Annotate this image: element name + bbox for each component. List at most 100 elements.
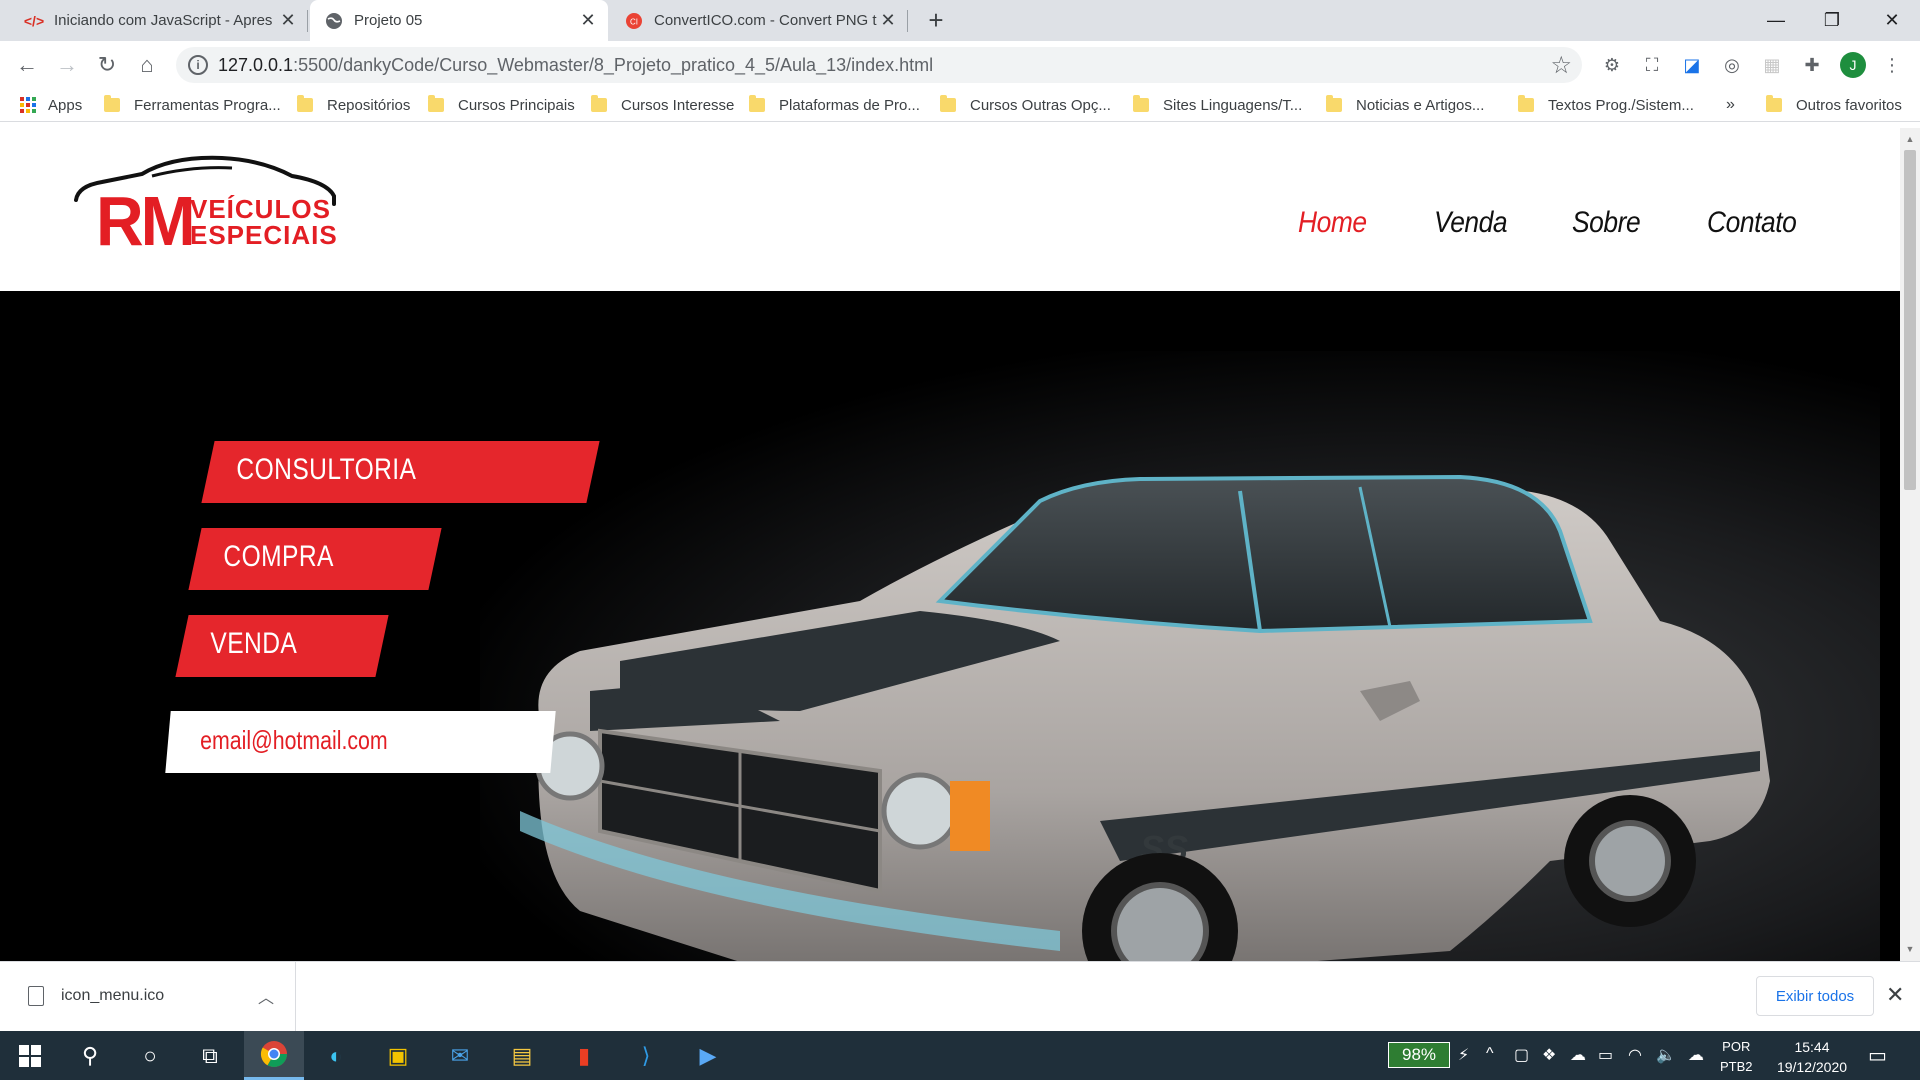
venda-button[interactable]: VENDA [175, 615, 389, 677]
url-host: 127.0.0.1 [218, 55, 294, 75]
bookmark-folder[interactable]: Noticias e Artigos... [1326, 94, 1484, 116]
site-logo[interactable]: RM VEÍCULOS ESPECIAIS [72, 152, 342, 262]
tab-strip: </> Iniciando com JavaScript - Apres ✕ P… [0, 0, 1920, 41]
folder-icon [749, 95, 765, 112]
device-icon[interactable]: ▢ [1514, 1045, 1529, 1065]
power-plug-icon[interactable]: ⚡ [1458, 1045, 1469, 1065]
extension-circle-icon[interactable]: ◎ [1720, 53, 1744, 77]
nav-sobre[interactable]: Sobre [1572, 206, 1641, 240]
onedrive-cloud-icon[interactable]: ☁ [1570, 1045, 1586, 1065]
clock-date: 19/12/2020 [1776, 1059, 1848, 1075]
nav-venda[interactable]: Venda [1434, 206, 1508, 240]
cloud-upload-icon[interactable]: ☁ [1688, 1045, 1704, 1065]
bookmark-label: Noticias e Artigos... [1356, 96, 1485, 114]
bookmark-folder[interactable]: Cursos Principais [428, 94, 575, 116]
tab-projeto-05[interactable]: Projeto 05 ✕ [310, 0, 608, 41]
new-tab-button[interactable]: + [922, 5, 950, 35]
venda-label: VENDA [210, 627, 298, 660]
bookmark-folder[interactable]: Ferramentas Progra... [104, 94, 281, 116]
file-explorer-icon[interactable]: ▤ [492, 1031, 552, 1080]
language-indicator[interactable]: POR PTB2 [1720, 1037, 1753, 1077]
notifications-icon[interactable]: ▭ [1868, 1043, 1887, 1068]
close-icon[interactable]: ✕ [578, 10, 598, 31]
more-bookmarks-button[interactable]: » [1726, 94, 1735, 116]
scroll-down-arrow-icon[interactable]: ▼ [1905, 944, 1915, 954]
apps-grid-icon [20, 97, 36, 113]
bookmark-star-icon[interactable]: ☆ [1550, 51, 1572, 80]
bookmark-folder[interactable]: Cursos Interesse [591, 94, 734, 116]
system-clock[interactable]: 15:44 19/12/2020 [1770, 1037, 1854, 1077]
edge-app-icon[interactable]: ◐ [306, 1031, 366, 1080]
minimize-button[interactable]: — [1748, 0, 1804, 41]
start-windows-icon[interactable] [0, 1031, 60, 1080]
chevron-up-icon[interactable]: ^ [1486, 1045, 1494, 1063]
bookmark-folder[interactable]: Textos Prog./Sistem... [1518, 94, 1694, 116]
extension-square-icon[interactable]: ▦ [1760, 53, 1784, 77]
download-file-name: icon_menu.ico [61, 987, 165, 1004]
menu-kebab-icon[interactable]: ⋮ [1880, 53, 1904, 77]
globe-icon [324, 11, 344, 31]
extensions-puzzle-icon[interactable]: ✚ [1800, 53, 1824, 77]
window-close-button[interactable]: ✕ [1864, 0, 1920, 41]
tab-converterico[interactable]: CI ConvertICO.com - Convert PNG t ✕ [610, 0, 908, 41]
wifi-icon[interactable]: ◠ [1628, 1045, 1642, 1065]
bookmark-apps[interactable]: Apps [20, 94, 82, 116]
extension-gear-icon[interactable]: ⚙ [1600, 53, 1624, 77]
battery-tray-icon[interactable]: ▭ [1598, 1045, 1613, 1065]
scroll-up-arrow-icon[interactable]: ▲ [1905, 134, 1915, 144]
volume-icon[interactable]: 🔈 [1656, 1045, 1676, 1065]
other-bookmarks-folder[interactable]: Outros favoritos [1766, 94, 1902, 116]
reload-button[interactable]: ↻ [92, 50, 122, 80]
bookmark-label: Cursos Principais [458, 96, 575, 114]
forward-button[interactable]: → [52, 50, 82, 80]
bookmark-folder[interactable]: Plataformas de Pro... [749, 94, 920, 116]
chrome-app-icon[interactable] [244, 1031, 304, 1080]
vscode-app-icon[interactable]: ⟩ [616, 1031, 676, 1080]
cortana-circle-icon[interactable]: ○ [120, 1031, 180, 1080]
page-scrollbar[interactable]: ▲ ▼ [1900, 128, 1920, 961]
restore-button[interactable]: ❐ [1804, 0, 1860, 41]
battery-indicator[interactable]: 98% [1388, 1042, 1450, 1068]
home-button[interactable]: ⌂ [132, 50, 162, 80]
mail-app-icon[interactable]: ✉ [430, 1031, 490, 1080]
search-icon[interactable]: ⚲ [60, 1031, 120, 1080]
close-icon[interactable]: ✕ [878, 10, 898, 31]
store-app-icon[interactable]: ▣ [368, 1031, 428, 1080]
bookmark-label: Plataformas de Pro... [779, 96, 920, 114]
nav-contato[interactable]: Contato [1707, 206, 1797, 240]
close-download-bar-icon[interactable]: ✕ [1886, 982, 1904, 1008]
code-icon: </> [23, 12, 45, 29]
chevron-up-icon[interactable]: ︿ [258, 984, 274, 1008]
scrollbar-thumb[interactable] [1904, 150, 1916, 490]
profile-avatar[interactable]: J [1840, 52, 1866, 78]
keyboard-layout: PTB2 [1720, 1059, 1753, 1074]
download-bar: icon_menu.ico ︿ Exibir todos ✕ [0, 961, 1920, 1032]
powershell-app-icon[interactable]: ▶ [678, 1031, 738, 1080]
office-app-icon[interactable]: ▮ [554, 1031, 614, 1080]
site-info-icon[interactable]: i [188, 55, 208, 75]
compra-button[interactable]: COMPRA [188, 528, 442, 590]
tab-javascript[interactable]: </> Iniciando com JavaScript - Apres ✕ [10, 0, 308, 41]
back-button[interactable]: ← [12, 50, 42, 80]
download-item[interactable]: icon_menu.ico ︿ [0, 962, 296, 1032]
consultoria-button[interactable]: CONSULTORIA [201, 441, 600, 503]
bookmark-folder[interactable]: Sites Linguagens/T... [1133, 94, 1302, 116]
email-text: email@hotmail.com [200, 725, 388, 755]
web-page: RM VEÍCULOS ESPECIAIS Home Venda Sobre C… [0, 128, 1900, 961]
screenshot-icon[interactable]: ⛶ [1640, 53, 1664, 77]
dropbox-icon[interactable]: ❖ [1542, 1045, 1556, 1065]
bookmark-folder[interactable]: Repositórios [297, 94, 410, 116]
folder-icon [1766, 95, 1782, 112]
bookmark-label: Ferramentas Progra... [134, 96, 281, 114]
show-all-downloads-button[interactable]: Exibir todos [1756, 976, 1874, 1016]
url-path: :5500/dankyCode/Curso_Webmaster/8_Projet… [293, 55, 934, 75]
bookmark-label: Textos Prog./Sistem... [1548, 96, 1694, 114]
address-bar[interactable]: i 127.0.0.1:5500/dankyCode/Curso_Webmast… [176, 47, 1582, 83]
bookmark-folder[interactable]: Cursos Outras Opç... [940, 94, 1111, 116]
email-link[interactable]: email@hotmail.com [165, 711, 556, 773]
url-text[interactable]: 127.0.0.1:5500/dankyCode/Curso_Webmaster… [218, 55, 933, 76]
extension-ruler-icon[interactable]: ◪ [1680, 53, 1704, 77]
task-view-icon[interactable]: ⧉ [180, 1031, 240, 1080]
close-icon[interactable]: ✕ [278, 10, 298, 31]
nav-home[interactable]: Home [1298, 206, 1367, 240]
